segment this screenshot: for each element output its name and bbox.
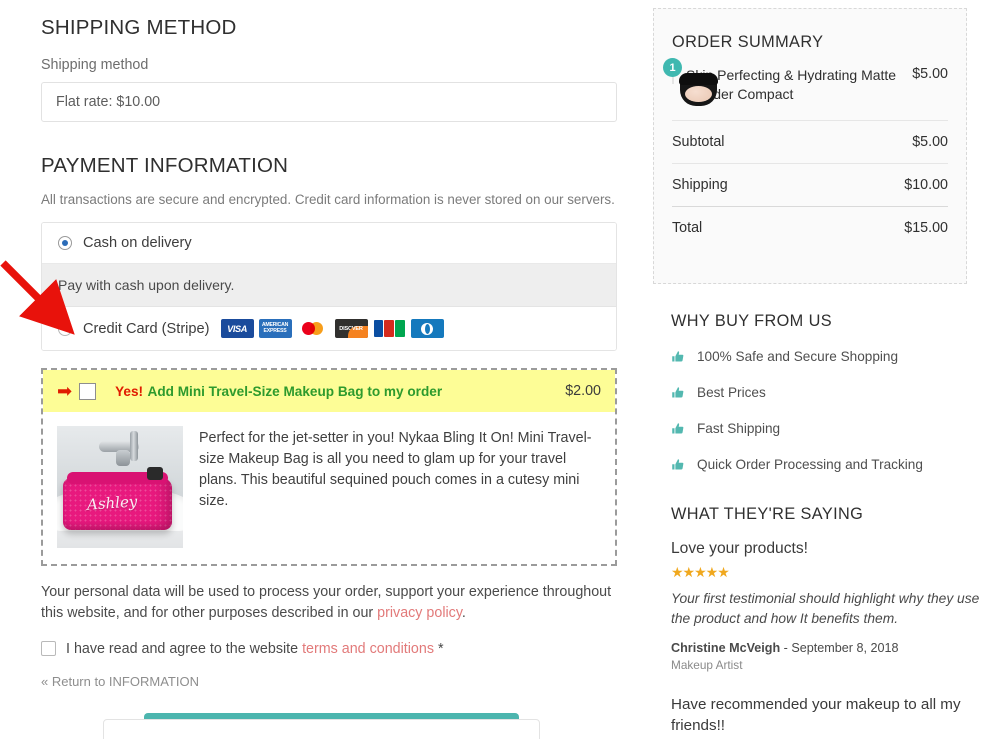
line-item-name: Skin Perfecting & Hydrating Matte Powder… (686, 67, 897, 103)
order-bump-body: Ashley Perfect for the jet-setter in you… (43, 412, 615, 564)
order-summary-line-item: 1 Skin Perfecting & Hydrating Matte Powd… (663, 52, 948, 122)
thumbs-up-icon (672, 386, 684, 398)
payment-security-note: All transactions are secure and encrypte… (41, 192, 615, 207)
order-summary-card: ORDER SUMMARY 1 Skin Perfecting & Hydrat… (653, 8, 967, 284)
radio-credit-card[interactable] (58, 321, 72, 336)
payment-method-credit-card[interactable]: Credit Card (Stripe) VISA AMERICAN EXPRES… (42, 307, 616, 351)
testimonials-heading: WHAT THEY'RE SAYING (671, 505, 864, 523)
line-item-thumbnail-wrap: 1 (663, 58, 718, 106)
payment-information-heading: PAYMENT INFORMATION (41, 154, 289, 177)
shipping-label: Shipping (672, 177, 728, 194)
line-item-price: $5.00 (912, 66, 948, 82)
shipping-method-heading: SHIPPING METHOD (41, 16, 237, 39)
benefit-item: Fast Shipping (671, 415, 971, 442)
testimonial-title-second: Have recommended your makeup to all my f… (671, 696, 961, 735)
testimonial-title: Love your products! (671, 540, 808, 557)
checkout-sidebar: ORDER SUMMARY 1 Skin Perfecting & Hydrat… (645, 0, 1000, 739)
subtotal-label: Subtotal (672, 134, 725, 151)
rating-stars: ★★★★★ (671, 564, 730, 580)
visa-icon: VISA (220, 319, 254, 339)
order-summary-heading: ORDER SUMMARY (672, 33, 824, 51)
order-bump-checkbox[interactable] (79, 382, 97, 400)
accepted-cards: VISA AMERICAN EXPRESS DISC VER (220, 319, 444, 339)
order-bump-header[interactable]: ➡ Yes! Add Mini Travel-Size Makeup Bag t… (43, 370, 615, 413)
terms-checkbox[interactable] (41, 641, 56, 657)
order-bump-description: Perfect for the jet-setter in you! Nykaa… (199, 430, 592, 510)
total-row: Total $15.00 (672, 206, 948, 249)
discover-icon: DISC VER (334, 319, 368, 339)
order-bump-price: $2.00 (565, 383, 601, 400)
benefit-label: Best Prices (697, 385, 766, 400)
terms-text-after: * (433, 640, 444, 657)
why-buy-heading: WHY BUY FROM US (671, 312, 832, 330)
quantity-badge: 1 (663, 58, 682, 77)
testimonial-author-role: Makeup Artist (671, 658, 743, 672)
terms-agreement-label: I have read and agree to the website ter… (66, 641, 444, 657)
jcb-icon (372, 319, 406, 339)
order-bump-product-image: Ashley (57, 426, 183, 549)
testimonial-quote: Your first testimonial should highlight … (671, 591, 980, 626)
payment-method-label: Credit Card (Stripe) (83, 320, 210, 337)
privacy-notice: Your personal data will be used to proce… (41, 582, 617, 623)
order-bump-yes-label: Yes! (115, 383, 144, 399)
shipping-row: Shipping $10.00 (672, 164, 948, 206)
diners-club-icon (410, 319, 444, 339)
benefit-label: 100% Safe and Secure Shopping (697, 349, 899, 364)
order-bump-headline: Add Mini Travel-Size Makeup Bag to my or… (147, 383, 443, 399)
privacy-policy-link[interactable]: privacy policy (377, 605, 462, 621)
payment-method-label: Cash on delivery (83, 235, 192, 252)
testimonial-date: - September 8, 2018 (780, 641, 899, 655)
benefit-label: Fast Shipping (697, 421, 781, 436)
checkout-main-column: SHIPPING METHOD Shipping method Flat rat… (0, 0, 645, 739)
subtotal-row: Subtotal $5.00 (672, 121, 948, 165)
benefit-label: Quick Order Processing and Tracking (697, 457, 923, 472)
arrow-right-icon: ➡ (57, 381, 73, 402)
benefit-item: Quick Order Processing and Tracking (671, 451, 971, 478)
checkout-page: SHIPPING METHOD Shipping method Flat rat… (0, 0, 1000, 739)
thumbs-up-icon (672, 350, 684, 362)
terms-text-before: I have read and agree to the website (66, 640, 303, 657)
bag-monogram: Ashley (86, 492, 139, 515)
benefit-item: Best Prices (671, 379, 971, 406)
payment-methods-list: Cash on delivery Pay with cash upon deli… (41, 222, 617, 352)
why-buy-section: WHY BUY FROM US 100% Safe and Secure Sho… (671, 312, 971, 478)
subtotal-value: $5.00 (912, 134, 948, 151)
mastercard-icon (296, 319, 330, 339)
shipping-rate-field[interactable]: Flat rate: $10.00 (41, 82, 617, 122)
amex-icon: AMERICAN EXPRESS (258, 319, 292, 339)
total-label: Total (672, 220, 703, 237)
payment-method-cash-on-delivery[interactable]: Cash on delivery (42, 223, 616, 264)
payment-method-description: Pay with cash upon delivery. (42, 263, 616, 308)
testimonials-section: WHAT THEY'RE SAYING Love your products! … (671, 505, 983, 737)
privacy-notice-text: Your personal data will be used to proce… (41, 584, 612, 622)
thumbs-up-icon (672, 422, 684, 434)
testimonial-author-line: Christine McVeigh - September 8, 2018 (671, 641, 983, 655)
order-bump-offer: ➡ Yes! Add Mini Travel-Size Makeup Bag t… (41, 368, 617, 567)
thumbs-up-icon (672, 458, 684, 470)
total-value: $15.00 (904, 220, 948, 237)
page-bottom-partial-element (103, 719, 540, 739)
terms-and-conditions-link[interactable]: terms and conditions (302, 641, 434, 657)
privacy-notice-text-end: . (461, 605, 466, 622)
shipping-value: $10.00 (904, 177, 948, 194)
benefit-item: 100% Safe and Secure Shopping (671, 343, 971, 370)
testimonial-author-name: Christine McVeigh (671, 641, 781, 655)
radio-cash-on-delivery[interactable] (58, 236, 72, 251)
return-to-information-link[interactable]: « Return to INFORMATION (41, 674, 199, 689)
terms-agreement-row[interactable]: I have read and agree to the website ter… (41, 641, 645, 657)
shipping-method-label: Shipping method (41, 57, 149, 73)
